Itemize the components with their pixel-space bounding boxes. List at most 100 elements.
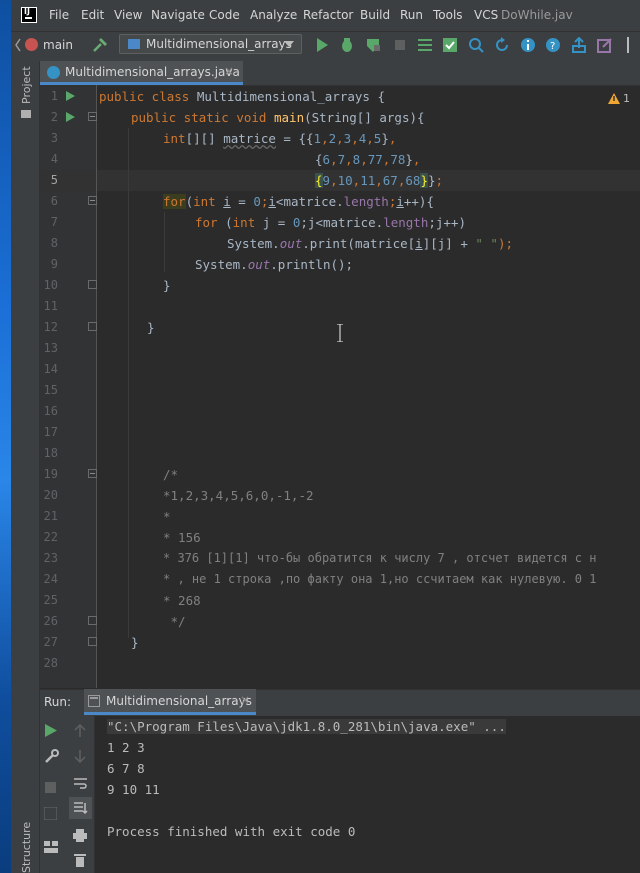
comment-line[interactable]: * , не 1 строка ,по факту она 1,но ссчит… bbox=[163, 569, 596, 590]
search-icon[interactable] bbox=[468, 37, 484, 53]
menu-vcs[interactable]: VCS bbox=[474, 8, 498, 22]
refresh-icon[interactable] bbox=[494, 37, 510, 53]
comment-line[interactable]: * 156 bbox=[163, 527, 201, 548]
fold-icon[interactable] bbox=[88, 637, 97, 646]
rerun-icon[interactable] bbox=[45, 724, 57, 737]
wrench-icon[interactable] bbox=[44, 749, 59, 764]
menu-tools[interactable]: Tools bbox=[433, 8, 463, 22]
arrow-up-icon[interactable] bbox=[74, 724, 86, 738]
code-line[interactable]: } bbox=[147, 317, 155, 338]
code-line[interactable]: {9,10,11,67,68}}; bbox=[315, 170, 443, 191]
code-line[interactable]: for (int j = 0;j<matrice.length;j++) bbox=[195, 212, 466, 233]
code-line[interactable]: int[][] matrice = {{1,2,3,4,5}, bbox=[163, 128, 396, 149]
code-line[interactable]: System.out.print(matrice[i][j] + " "); bbox=[227, 233, 513, 254]
line-number: 12 bbox=[43, 320, 58, 334]
commit-check-icon[interactable] bbox=[442, 37, 458, 53]
editor-tab[interactable]: Multidimensional_arrays.java × bbox=[40, 61, 243, 85]
code-text: = bbox=[230, 194, 254, 209]
comment-line[interactable]: /* bbox=[163, 464, 178, 485]
comment-line[interactable]: */ bbox=[163, 611, 186, 632]
code-text: ;j++) bbox=[428, 215, 466, 230]
trash-icon[interactable] bbox=[74, 853, 86, 867]
fold-icon[interactable] bbox=[88, 280, 97, 289]
more-toolbar-icon[interactable] bbox=[627, 37, 640, 53]
comment-line[interactable]: * 268 bbox=[163, 590, 201, 611]
code-line[interactable]: System.out.println(); bbox=[195, 254, 353, 275]
project-tool-button[interactable]: Project bbox=[18, 66, 36, 120]
run-tab[interactable]: Multidimensional_arrays × bbox=[84, 689, 256, 715]
menu-code[interactable]: Code bbox=[209, 8, 240, 22]
run-actions-strip-2 bbox=[68, 715, 95, 873]
code-line[interactable]: public static void main(String[] args){ bbox=[131, 107, 425, 128]
code-line[interactable]: {6,7,8,77,78}, bbox=[315, 149, 420, 170]
print-icon[interactable] bbox=[73, 829, 87, 842]
info-icon[interactable] bbox=[520, 37, 536, 53]
svg-text:?: ? bbox=[550, 41, 555, 52]
console-output-line: Process finished with exit code 0 bbox=[107, 824, 356, 839]
warnings-count: 1 bbox=[623, 92, 630, 105]
coverage-icon[interactable] bbox=[365, 37, 381, 53]
window-title: DoWhile.jav bbox=[501, 8, 573, 22]
line-number: 8 bbox=[50, 236, 58, 250]
menu-edit[interactable]: Edit bbox=[81, 8, 104, 22]
restore-layout-icon[interactable] bbox=[44, 807, 57, 820]
static-field: out bbox=[247, 257, 271, 272]
chevron-left-icon[interactable] bbox=[14, 38, 22, 52]
debug-icon[interactable] bbox=[339, 37, 355, 53]
soft-wrap-icon[interactable] bbox=[73, 776, 88, 790]
arrow-down-icon[interactable] bbox=[74, 749, 86, 763]
menu-refactor[interactable]: Refactor bbox=[303, 8, 353, 22]
menu-analyze[interactable]: Analyze bbox=[250, 8, 297, 22]
variable: i bbox=[396, 194, 404, 209]
layout-icon[interactable] bbox=[44, 841, 58, 853]
fold-icon[interactable] bbox=[88, 322, 97, 331]
console-icon bbox=[88, 695, 100, 707]
comment-line[interactable]: * 376 [1][1] что-бы обратится к числу 7 … bbox=[163, 548, 596, 569]
help-icon[interactable]: ? bbox=[545, 37, 561, 53]
code-line[interactable]: public class Multidimensional_arrays { bbox=[99, 86, 385, 107]
comment-line[interactable]: *1,2,3,4,5,6,0,-1,-2 bbox=[163, 485, 314, 506]
fold-icon[interactable] bbox=[88, 469, 97, 478]
console-command: "C:\Program Files\Java\jdk1.8.0_281\bin\… bbox=[107, 719, 506, 734]
run-gutter-icon[interactable] bbox=[66, 112, 75, 122]
run-gutter-icon[interactable] bbox=[66, 91, 75, 101]
warning-icon[interactable] bbox=[608, 93, 620, 104]
edit-icon[interactable] bbox=[597, 37, 613, 53]
fold-icon[interactable] bbox=[88, 112, 97, 121]
close-icon[interactable]: × bbox=[240, 693, 250, 707]
line-number: 22 bbox=[43, 530, 58, 544]
upload-icon[interactable] bbox=[571, 37, 587, 53]
code-text: ); bbox=[497, 236, 514, 251]
stop-icon[interactable] bbox=[45, 782, 56, 793]
indent-guide bbox=[128, 128, 129, 638]
variable: i bbox=[415, 236, 423, 251]
number: 7 bbox=[337, 152, 346, 167]
code-line[interactable]: for(int i = 0;i<matrice.length;i++){ bbox=[163, 191, 434, 212]
fold-icon[interactable] bbox=[88, 616, 97, 625]
menu-file[interactable]: File bbox=[49, 8, 69, 22]
line-number: 14 bbox=[43, 362, 58, 376]
menu-navigate[interactable]: Navigate bbox=[151, 8, 205, 22]
menu-view[interactable]: View bbox=[114, 8, 142, 22]
list-icon[interactable] bbox=[417, 37, 433, 53]
close-icon[interactable]: × bbox=[224, 64, 234, 78]
hammer-build-icon[interactable] bbox=[92, 37, 108, 53]
stop-icon[interactable] bbox=[392, 37, 408, 53]
menu-run[interactable]: Run bbox=[400, 8, 423, 22]
fold-icon[interactable] bbox=[88, 196, 97, 205]
line-number: 24 bbox=[43, 572, 58, 586]
line-number: 21 bbox=[43, 509, 58, 523]
code-line[interactable]: } bbox=[131, 632, 139, 653]
line-number: 27 bbox=[43, 635, 58, 649]
keyword: public class bbox=[99, 89, 197, 104]
branch-name[interactable]: main bbox=[43, 38, 73, 52]
structure-tool-button[interactable]: Structure bbox=[18, 818, 36, 873]
comment-line[interactable]: * bbox=[163, 506, 171, 527]
menu-build[interactable]: Build bbox=[360, 8, 390, 22]
run-icon[interactable] bbox=[314, 37, 330, 53]
run-tab-label: Multidimensional_arrays bbox=[106, 694, 252, 708]
code-line[interactable]: } bbox=[163, 275, 171, 296]
intellij-logo-icon bbox=[21, 7, 37, 23]
code-text: <matrice. bbox=[275, 194, 344, 209]
number: 2 bbox=[328, 131, 337, 146]
